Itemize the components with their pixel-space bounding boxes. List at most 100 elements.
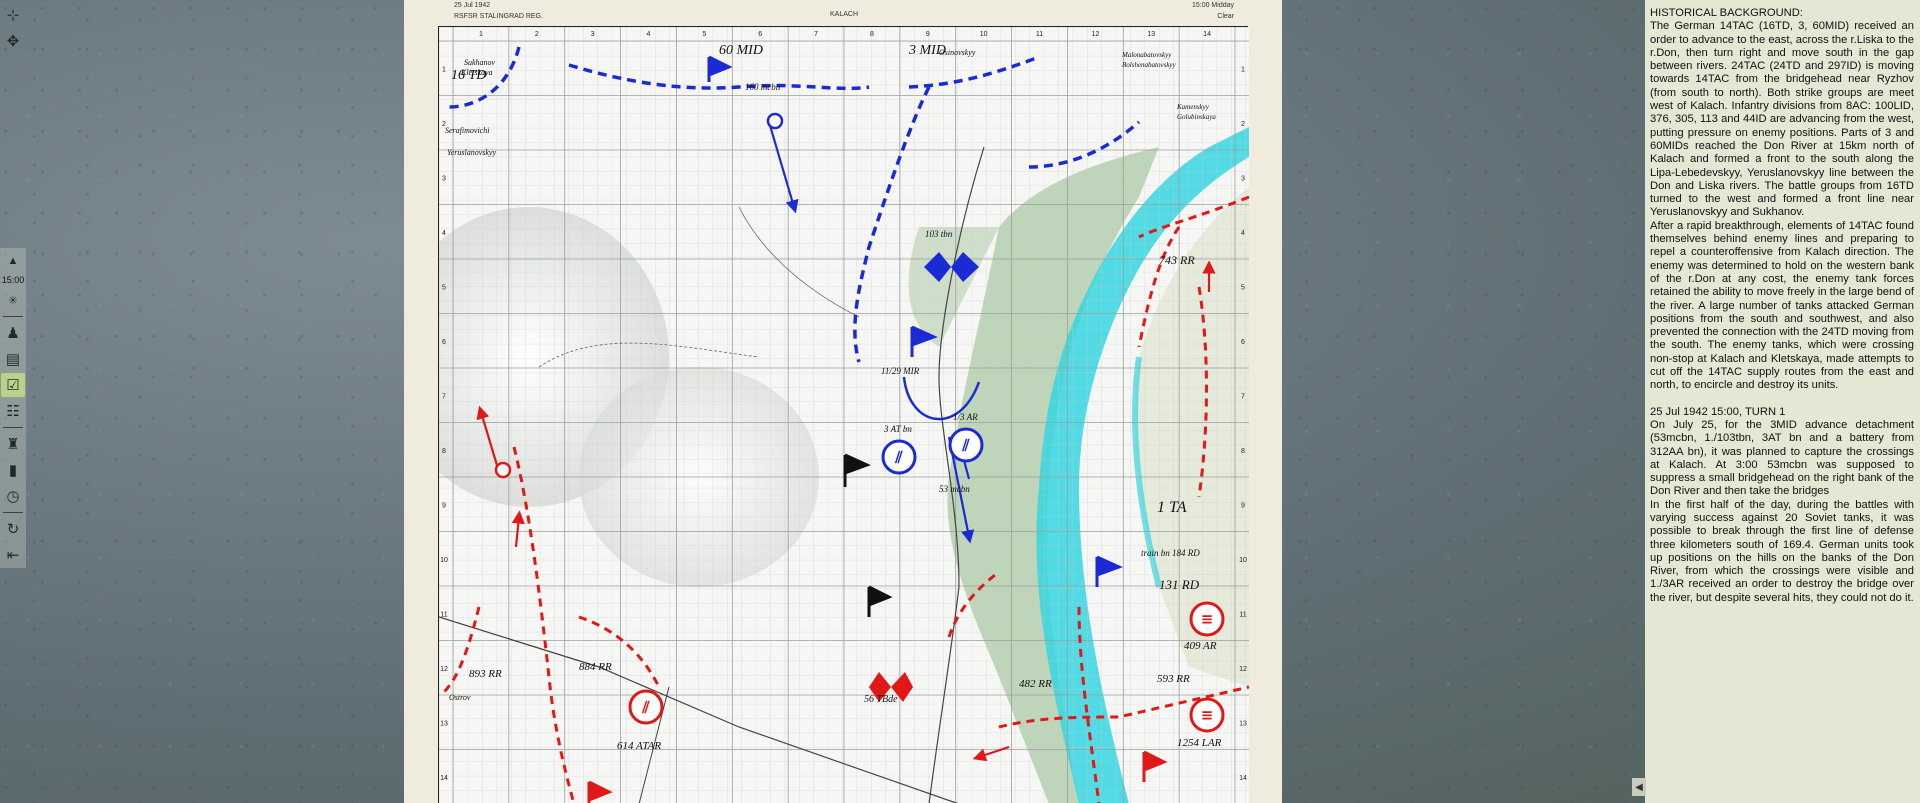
unit-glyph: ≡ [1201, 610, 1214, 628]
divider [3, 427, 23, 428]
check-icon[interactable]: ☑ [1, 373, 25, 397]
left-sidebar: ▲ 15:00 ✳ ♟ ▤ ☑ ☷ ♜ ▮ ◷ ↻ ⇤ [0, 248, 26, 568]
units-icon[interactable]: ♜ [1, 432, 25, 456]
label-11-29mir: 11/29 MIR [881, 366, 920, 376]
grid-row-label: 4 [442, 230, 446, 237]
unit-glyph: ⫽ [641, 698, 650, 717]
map-header: 25 Jul 1942 RSFSR STALINGRAD REG. KALACH… [454, 0, 1234, 24]
map-icon[interactable]: ▤ [1, 347, 25, 371]
label-103tbn: 103 tbn [925, 229, 953, 239]
grid-col-label: 1 [479, 31, 483, 38]
briefing-paragraph-3: On July 25, for the 3MID advance detachm… [1650, 418, 1914, 498]
place-golubinskaya: Golubinskaya [1177, 113, 1216, 121]
grid-col-label: 8 [870, 31, 874, 38]
grid-col-label: 2 [535, 31, 539, 38]
label-1-3ar: 1/3 AR [953, 412, 978, 422]
arrow-origin [766, 112, 784, 130]
clock-icon[interactable]: ◷ [1, 484, 25, 508]
speaker-icon[interactable]: ◀ [1632, 778, 1646, 796]
grid-col-label: 9 [926, 31, 930, 38]
grid-col-label: 13 [1147, 31, 1155, 38]
grid-row-label: 1 [442, 66, 446, 73]
unit-glyph: ⫽ [961, 436, 970, 455]
turn-line: 25 Jul 1942 15:00, TURN 1 [1650, 405, 1786, 418]
grid-col-label: 7 [814, 31, 818, 38]
grid-row-label: 8 [1241, 448, 1245, 455]
label-60mid: 60 MID [719, 43, 763, 58]
label-593rr: 593 RR [1157, 673, 1190, 685]
grid-row-label: 13 [440, 720, 448, 727]
label-1254lar: 1254 LAR [1177, 737, 1222, 749]
label-743rr: 743 RR [1159, 253, 1195, 267]
grid-row-label: 11 [1239, 611, 1246, 618]
grid-col-label: 14 [1203, 31, 1211, 38]
map-date: 25 Jul 1942 [454, 2, 491, 9]
label-482rr: 482 RR [1019, 678, 1052, 690]
move-icon[interactable]: ⊹ [1, 3, 25, 27]
grid-row-label: 3 [442, 175, 446, 182]
grid-row-label: 6 [1241, 339, 1245, 346]
place-yeruslanovskyy: Yeruslanovskyy [447, 148, 496, 157]
grid-col-label: 5 [702, 31, 706, 38]
place-kletskaya: Kletskaya [460, 68, 493, 77]
grid-row-label: 3 [1241, 175, 1245, 182]
grid-row-label: 9 [1241, 502, 1245, 509]
grid-row-label: 7 [442, 393, 446, 400]
exit-icon[interactable]: ⇤ [1, 543, 25, 567]
grid-col-label: 12 [1091, 31, 1099, 38]
rotate-icon[interactable]: ↻ [1, 517, 25, 541]
briefing-heading: HISTORICAL BACKGROUND: [1650, 7, 1803, 19]
pan-icon[interactable]: ✥ [1, 29, 25, 53]
time-label: 15:00 [1, 275, 25, 285]
grid-row-label: 9 [442, 502, 446, 509]
label-3atbn: 3 AT bn [883, 424, 912, 434]
grid-row-label: 10 [440, 557, 448, 564]
strength-icon[interactable]: ▮ [1, 458, 25, 482]
grid-row-label: 8 [442, 448, 446, 455]
grid-col-label: 10 [980, 31, 988, 38]
briefing-paragraph-2: After a rapid breakthrough, elements of … [1650, 219, 1914, 392]
soldier-icon[interactable]: ♟ [1, 321, 25, 345]
map-time: 15:00 Midday [1191, 2, 1234, 9]
grid-row-label: 12 [440, 666, 448, 673]
map-title: KALACH [829, 11, 858, 18]
label-56tbde: 56 TBde [864, 694, 898, 705]
tactical-map[interactable]: 1 2 3 4 5 6 7 8 9 10 11 12 13 14 1 1 2 2 3 3 4 4 5 5 6 6 7 7 8 8 9 9 10 1… [438, 26, 1249, 803]
label-1ta: 1 TA [1157, 499, 1187, 516]
grid-row-label: 12 [1239, 666, 1247, 673]
grid-row-label: 14 [1239, 775, 1247, 782]
place-kamenskyy: Kamenskyy [1176, 103, 1210, 111]
unit-glyph: ⫽ [894, 448, 903, 467]
unit-glyph: ≡ [1201, 706, 1214, 724]
unit-icon[interactable]: ▲ [1, 249, 25, 273]
top-toolbar: ⊹ ✥ [0, 2, 26, 54]
briefing-panel[interactable]: HISTORICAL BACKGROUND: The German 14TAC … [1645, 0, 1920, 803]
hierarchy-icon[interactable]: ☷ [1, 399, 25, 423]
grid-row-label: 5 [1241, 284, 1245, 291]
grid-col-label: 11 [1036, 31, 1043, 38]
grid-row-label: 6 [442, 339, 446, 346]
briefing-paragraph-1: The German 14TAC (16TD, 3, 60MID) receiv… [1650, 20, 1914, 219]
divider [3, 316, 23, 317]
label-53mcbn: 53 mcbn [939, 484, 970, 494]
grid-row-label: 2 [1241, 121, 1245, 128]
briefing-paragraph-4: In the first half of the day, during the… [1650, 498, 1914, 604]
label-409ar: 409 AR [1184, 640, 1217, 652]
place-ostrov: Ostrov [449, 693, 471, 702]
grid-col-label: 3 [591, 31, 595, 38]
label-160mcbn: 160 mcbn [745, 82, 781, 92]
place-sukhanov: Sukhanov [464, 58, 496, 67]
grid-col-label: 4 [647, 31, 651, 38]
place-bolshenabatovskyy: Bolshenabatovskyy [1122, 61, 1177, 69]
grid-row-label: 13 [1239, 720, 1247, 727]
grid-row-label: 4 [1241, 230, 1245, 237]
place-serafimovichi: Serafimovichi [445, 126, 489, 135]
map-sheet: 25 Jul 1942 RSFSR STALINGRAD REG. KALACH… [404, 0, 1282, 803]
label-893rr: 893 RR [469, 668, 502, 680]
place-osinovskyy: Osinovskyy [939, 48, 976, 57]
arrow-origin [494, 461, 512, 479]
divider [3, 512, 23, 513]
sun-icon[interactable]: ✳ [1, 288, 25, 312]
label-614atar: 614 ATAR [617, 740, 661, 752]
